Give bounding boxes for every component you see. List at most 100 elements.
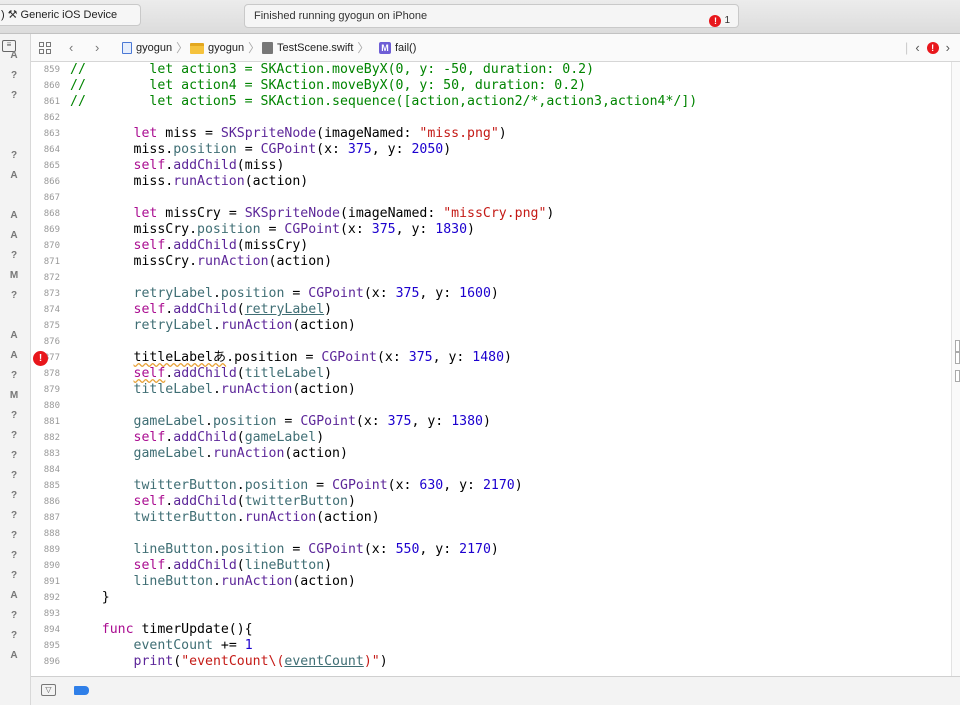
code-line[interactable]: // let action3 = SKAction.moveByX(0, y: … <box>70 62 594 78</box>
code-token: runAction <box>173 174 245 189</box>
panel-checkbox[interactable] <box>955 340 960 352</box>
code-token: position <box>220 542 285 557</box>
code-token: = <box>276 414 301 429</box>
next-issue-button[interactable]: › <box>946 40 950 55</box>
code-line[interactable]: } <box>70 590 110 606</box>
source-control-status: ? <box>10 470 18 481</box>
code-token: ) <box>379 654 388 669</box>
code-line[interactable]: // let action5 = SKAction.sequence([acti… <box>70 94 697 110</box>
jumpbar-item-file[interactable]: TestScene.swift 〉 <box>262 40 369 56</box>
code-line[interactable]: twitterButton.position = CGPoint(x: 630,… <box>70 478 523 494</box>
code-line[interactable]: self.addChild(lineButton) <box>70 558 333 574</box>
code-token: CGPoint <box>300 414 356 429</box>
previous-issue-button[interactable]: ‹ <box>915 40 919 55</box>
code-line[interactable]: retryLabel.runAction(action) <box>70 318 356 334</box>
code-line[interactable]: func timerUpdate(){ <box>70 622 253 638</box>
code-token: CGPoint <box>308 542 364 557</box>
line-number: 874 <box>43 305 60 315</box>
code-line[interactable]: self.addChild(missCry) <box>70 238 309 254</box>
source-control-status: ? <box>10 250 18 261</box>
code-line[interactable]: retryLabel.position = CGPoint(x: 375, y:… <box>70 286 499 302</box>
source-control-status: ? <box>10 550 18 561</box>
code-line[interactable]: missCry.runAction(action) <box>70 254 333 270</box>
line-number: 882 <box>43 433 60 443</box>
code-line[interactable]: lineButton.position = CGPoint(x: 550, y:… <box>70 542 499 558</box>
code-token: ( <box>236 366 245 381</box>
code-token: += <box>212 638 245 653</box>
code-line[interactable]: titleLabel.runAction(action) <box>70 382 356 398</box>
panel-checkbox[interactable] <box>955 370 960 382</box>
code-line[interactable]: missCry.position = CGPoint(x: 375, y: 18… <box>70 222 475 238</box>
back-button[interactable]: ‹ <box>69 40 73 56</box>
code-line[interactable]: miss.runAction(action) <box>70 174 309 190</box>
code-token: self <box>133 158 166 173</box>
code-token: 1830 <box>435 222 468 237</box>
code-token: // let action4 = SKAction.moveByX(0, y: … <box>70 78 587 93</box>
code-line[interactable]: self.addChild(twitterButton) <box>70 494 356 510</box>
source-control-status: ? <box>10 630 18 641</box>
code-token: ( <box>236 494 245 509</box>
code-line[interactable]: eventCount += 1 <box>70 638 253 654</box>
code-line[interactable]: lineButton.runAction(action) <box>70 574 356 590</box>
forward-button[interactable]: › <box>95 40 99 56</box>
jumpbar-item-method[interactable]: M fail() <box>379 40 416 56</box>
source-editor[interactable]: 859 860 861 862 863 864 865 866 867 868 869 870 871 8… <box>31 62 951 676</box>
code-line[interactable]: gameLabel.runAction(action) <box>70 446 348 462</box>
code-line[interactable]: // let action4 = SKAction.moveByX(0, y: … <box>70 78 586 94</box>
code-token: 1600 <box>459 286 491 301</box>
code-line[interactable]: let miss = SKSpriteNode(imageNamed: "mis… <box>70 126 507 142</box>
code-line[interactable]: twitterButton.runAction(action) <box>70 510 380 526</box>
error-marker-icon[interactable]: ! <box>33 351 48 366</box>
code-line[interactable]: titleLabelあ.position = CGPoint(x: 375, y… <box>70 350 512 366</box>
code-token: . <box>205 414 213 429</box>
code-token: ) <box>467 222 475 237</box>
related-items-button[interactable] <box>39 40 51 56</box>
line-number: 864 <box>43 145 60 155</box>
line-number: 881 <box>43 417 60 427</box>
code-token: missCry. <box>70 222 198 237</box>
code-token: addChild <box>173 158 237 173</box>
jumpbar-item-group[interactable]: gyogun 〉 <box>190 40 260 56</box>
code-line[interactable]: self.addChild(miss) <box>70 158 285 174</box>
code-line[interactable]: print("eventCount\(eventCount)") <box>70 654 388 670</box>
code-token: ( <box>236 430 245 445</box>
activity-viewer[interactable]: Finished running gyogun on iPhone ! 1 <box>244 4 739 28</box>
code-token: func <box>101 622 134 637</box>
code-token: (action) <box>244 174 309 189</box>
code-token: timerUpdate(){ <box>133 622 253 637</box>
code-token: self <box>133 430 166 445</box>
jumpbar-item-project[interactable]: gyogun 〉 <box>122 40 188 56</box>
line-number: 895 <box>43 641 60 651</box>
chevron-left-icon: ‹ <box>69 40 74 55</box>
source-control-status: ? <box>10 70 18 81</box>
code-line[interactable]: gameLabel.position = CGPoint(x: 375, y: … <box>70 414 491 430</box>
code-token: retryLabel <box>244 302 325 317</box>
code-line[interactable]: miss.position = CGPoint(x: 375, y: 2050) <box>70 142 452 158</box>
code-line[interactable]: let missCry = SKSpriteNode(imageNamed: "… <box>70 206 555 222</box>
code-token: retryLabel <box>133 286 213 301</box>
code-line[interactable]: self.addChild(gameLabel) <box>70 430 325 446</box>
scheme-destination-selector[interactable]: ) ⚒ Generic iOS Device <box>0 4 141 26</box>
code-token: ) <box>514 478 523 493</box>
breakpoints-toggle-icon[interactable] <box>74 686 89 695</box>
error-count-indicator[interactable]: ! 1 <box>709 10 730 32</box>
code-token: CGPoint <box>284 222 340 237</box>
code-token: titleLabel <box>244 366 325 381</box>
code-token: CGPoint <box>308 286 364 301</box>
code-line[interactable]: self.addChild(titleLabel) <box>70 366 333 382</box>
line-number: 879 <box>43 385 60 395</box>
code-line[interactable]: self.addChild(retryLabel) <box>70 302 333 318</box>
hide-debug-area-button[interactable]: ▽ <box>41 684 56 696</box>
panel-checkbox[interactable] <box>955 352 960 364</box>
chevron-right-icon: ) <box>1 9 5 21</box>
error-icon[interactable]: ! <box>926 41 939 54</box>
code-token: twitterButton <box>244 494 348 509</box>
line-number-gutter[interactable]: 859 860 861 862 863 864 865 866 867 868 869 870 871 8… <box>31 62 66 676</box>
code-token: position <box>244 478 309 493</box>
